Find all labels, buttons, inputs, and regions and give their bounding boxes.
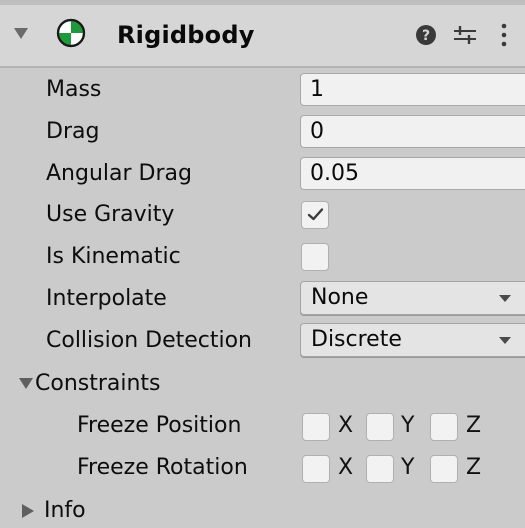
dropdown-arrow-icon: [499, 337, 511, 344]
freeze-rotation-z-label: Z: [466, 455, 482, 480]
freeze-rotation-y-checkbox[interactable]: [366, 455, 394, 483]
interpolate-dropdown[interactable]: None: [300, 281, 525, 315]
is-kinematic-checkbox[interactable]: [301, 243, 329, 271]
svg-text:?: ?: [422, 28, 430, 44]
component-foldout-arrow[interactable]: [14, 28, 28, 39]
collision-detection-value: Discrete: [311, 327, 402, 352]
preset-icon[interactable]: [452, 23, 478, 47]
dropdown-arrow-icon: [499, 295, 511, 302]
info-foldout-arrow[interactable]: [22, 504, 34, 518]
menu-icon[interactable]: [499, 22, 509, 48]
freeze-rotation-z-checkbox[interactable]: [430, 455, 458, 483]
collision-detection-dropdown[interactable]: Discrete: [300, 323, 525, 357]
interpolate-label: Interpolate: [46, 286, 167, 311]
interpolate-value: None: [311, 285, 369, 310]
mass-label: Mass: [46, 77, 102, 102]
freeze-rotation-label: Freeze Rotation: [77, 455, 248, 480]
freeze-position-x-label: X: [338, 413, 354, 438]
drag-label: Drag: [46, 119, 100, 144]
freeze-rotation-y-label: Y: [401, 455, 415, 480]
is-kinematic-label: Is Kinematic: [46, 244, 181, 269]
component-title: Rigidbody: [117, 21, 255, 49]
freeze-position-z-checkbox[interactable]: [430, 413, 458, 441]
freeze-position-y-checkbox[interactable]: [366, 413, 394, 441]
help-icon[interactable]: ?: [415, 24, 437, 46]
use-gravity-checkbox[interactable]: [301, 201, 329, 229]
freeze-position-x-checkbox[interactable]: [302, 413, 330, 441]
drag-field[interactable]: 0: [300, 115, 525, 148]
angular-drag-label: Angular Drag: [46, 161, 192, 186]
checkmark-icon: [307, 208, 324, 221]
mass-field[interactable]: 1: [300, 73, 525, 106]
collision-detection-label: Collision Detection: [46, 328, 253, 353]
info-label[interactable]: Info: [44, 497, 86, 525]
angular-drag-field[interactable]: 0.05: [300, 157, 525, 190]
freeze-position-z-label: Z: [466, 413, 482, 438]
constraints-foldout-arrow[interactable]: [19, 378, 33, 389]
freeze-position-y-label: Y: [401, 413, 415, 438]
freeze-rotation-x-label: X: [338, 455, 354, 480]
constraints-label[interactable]: Constraints: [35, 370, 161, 398]
freeze-rotation-x-checkbox[interactable]: [302, 455, 330, 483]
rigidbody-icon: [56, 18, 86, 48]
use-gravity-label: Use Gravity: [46, 202, 175, 227]
freeze-position-label: Freeze Position: [77, 413, 242, 438]
